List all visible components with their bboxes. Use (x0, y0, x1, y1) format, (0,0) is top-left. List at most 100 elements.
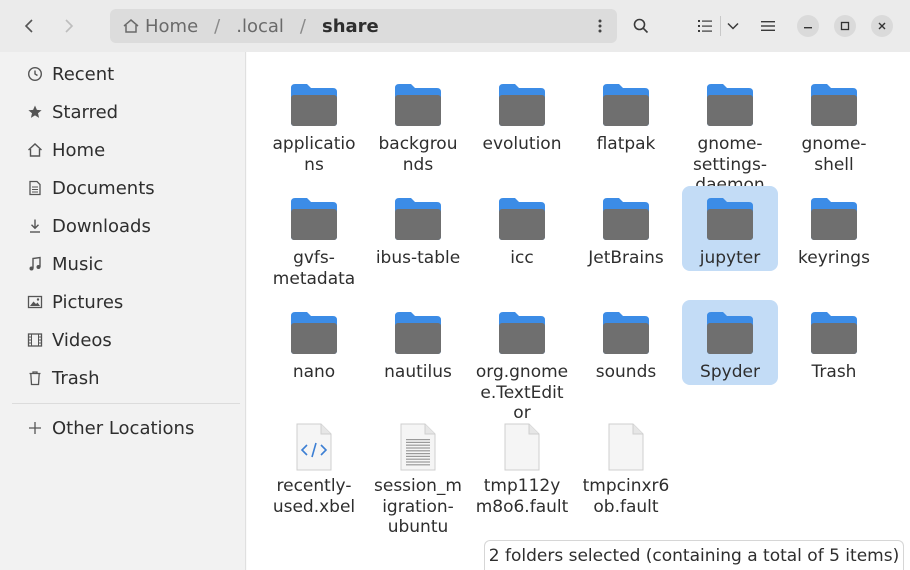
file-name-line: tmp112y (483, 476, 561, 496)
sidebar-item-other-locations[interactable]: Other Locations (12, 411, 236, 445)
sidebar-item-trash[interactable]: Trash (12, 361, 236, 395)
file-name-line: sounds (595, 362, 657, 382)
folder-icon (601, 80, 651, 130)
file-grid[interactable]: applicatio ns backgrou nds evolution flatpak g… (247, 52, 910, 570)
sidebar-item-label: Trash (52, 367, 100, 389)
path-menu-button[interactable] (591, 17, 609, 35)
file-item[interactable]: flatpak (578, 74, 674, 155)
sidebar-item-label: Other Locations (52, 417, 195, 439)
file-item[interactable]: nano (266, 302, 362, 383)
file-name-line: settings- (693, 154, 767, 175)
folder-icon (601, 194, 651, 244)
text-file-icon (393, 422, 443, 472)
file-name-line: igration- (382, 496, 454, 517)
folder-icon (809, 80, 859, 130)
file-item[interactable]: applicatio ns (266, 74, 362, 175)
folder-icon (601, 308, 651, 358)
plus-icon (24, 417, 46, 439)
maximize-icon (840, 21, 850, 31)
sidebar-item-videos[interactable]: Videos (12, 323, 236, 357)
minimize-button[interactable] (797, 15, 819, 37)
sidebar-item-label: Documents (52, 177, 155, 199)
file-item[interactable]: nautilus (370, 302, 466, 383)
file-item[interactable]: Trash (786, 302, 882, 383)
breadcrumb-local[interactable]: .local (236, 16, 284, 37)
file-item[interactable]: icc (474, 188, 570, 269)
file-name-line: ob.fault (593, 496, 659, 517)
file-name-line: nautilus (384, 362, 452, 382)
file-name: Trash (786, 362, 882, 383)
sidebar-item-recent[interactable]: Recent (12, 57, 236, 91)
file-item[interactable]: tmpcinxr6 ob.fault (578, 416, 674, 517)
file-name-line: Trash (811, 362, 857, 382)
sidebar-item-label: Starred (52, 101, 119, 123)
trash-icon (24, 367, 46, 389)
file-name-line: backgrou (378, 134, 458, 154)
folder-icon (393, 194, 443, 244)
folder-icon (809, 308, 859, 358)
sidebar-item-pictures[interactable]: Pictures (12, 285, 236, 319)
breadcrumb-share[interactable]: share (322, 16, 379, 37)
file-item[interactable]: sounds (578, 302, 674, 383)
path-bar[interactable]: Home / .local / share (110, 9, 617, 43)
download-icon (24, 215, 46, 237)
home-icon (123, 19, 139, 33)
file-name-line: icc (510, 248, 534, 268)
file-name: ibus-table (370, 248, 466, 269)
back-button[interactable] (15, 12, 43, 40)
file-name-line: nano (292, 362, 336, 382)
sidebar-item-downloads[interactable]: Downloads (12, 209, 236, 243)
file-item[interactable]: session_m igration-ubuntu (370, 416, 466, 538)
file-name: flatpak (578, 134, 674, 155)
file-item[interactable]: evolution (474, 74, 570, 155)
search-button[interactable] (627, 12, 655, 40)
file-name: jupyter (682, 248, 778, 269)
file-name-line: org.gnome (475, 362, 569, 382)
sidebar-divider (12, 403, 240, 404)
folder-icon (497, 80, 547, 130)
file-item[interactable]: gnome-shell (786, 74, 882, 175)
folder-icon (289, 80, 339, 130)
folder-icon (393, 80, 443, 130)
file-item[interactable]: Spyder (682, 300, 778, 385)
close-button[interactable] (871, 15, 893, 37)
sidebar-item-label: Videos (52, 329, 112, 351)
breadcrumb-local-label: .local (236, 15, 284, 37)
sidebar-item-starred[interactable]: Starred (12, 95, 236, 129)
file-name-line: session_m (374, 476, 462, 496)
file-item[interactable]: backgrou nds (370, 74, 466, 175)
list-view-button[interactable] (691, 12, 719, 40)
breadcrumb-home[interactable]: Home (122, 16, 198, 37)
vertical-dots-icon (598, 19, 602, 33)
file-item[interactable]: gvfs-metadata (266, 188, 362, 289)
sidebar-item-documents[interactable]: Documents (12, 171, 236, 205)
file-item[interactable]: org.gnome e.TextEdit or (474, 302, 570, 424)
chevron-down-icon (727, 22, 739, 30)
maximize-button[interactable] (834, 15, 856, 37)
file-item[interactable]: jupyter (682, 186, 778, 271)
blank-file-icon (497, 422, 547, 472)
folder-icon (497, 308, 547, 358)
file-name: session_m igration-ubuntu (370, 476, 466, 538)
file-name-line: applicatio (272, 134, 356, 154)
sidebar-item-label: Home (52, 139, 106, 161)
sidebar-item-label: Pictures (52, 291, 124, 313)
file-name: icc (474, 248, 570, 269)
file-item[interactable]: tmp112y m8o6.fault (474, 416, 570, 517)
view-options-dropdown[interactable] (719, 12, 747, 40)
forward-button[interactable] (55, 12, 83, 40)
file-item[interactable]: JetBrains (578, 188, 674, 269)
file-name-line: recently- (276, 476, 352, 496)
sidebar-item-home[interactable]: Home (12, 133, 236, 167)
file-name-line: gvfs- (293, 248, 335, 268)
file-name: sounds (578, 362, 674, 383)
main-menu-button[interactable] (754, 12, 782, 40)
file-name: backgrou nds (370, 134, 466, 175)
file-item[interactable]: recently-used.xbel (266, 416, 362, 517)
file-item[interactable]: keyrings (786, 188, 882, 269)
file-item[interactable]: gnome-settings-daemon (682, 74, 778, 196)
folder-icon (289, 308, 339, 358)
blank-file-icon (601, 422, 651, 472)
sidebar-item-music[interactable]: Music (12, 247, 236, 281)
file-item[interactable]: ibus-table (370, 188, 466, 269)
